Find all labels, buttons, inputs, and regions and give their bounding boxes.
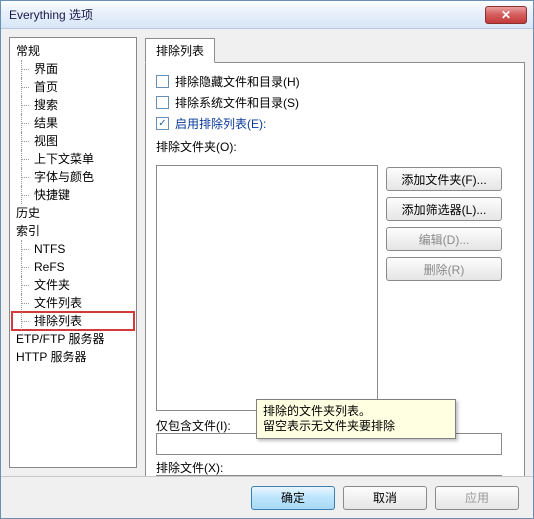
close-icon: ✕ — [501, 8, 511, 22]
label-exclude-files: 排除文件(X): — [156, 459, 223, 476]
label-exclude-hidden: 排除隐藏文件和目录(H) — [175, 73, 300, 90]
remove-button[interactable]: 删除(R) — [386, 257, 502, 281]
tree-item-folders[interactable]: 文件夹 — [12, 276, 134, 294]
label-exclude-folders: 排除文件夹(O): — [156, 138, 514, 155]
tree-item-http[interactable]: HTTP 服务器 — [12, 348, 134, 366]
row-exclude-system: 排除系统文件和目录(S) — [156, 94, 514, 111]
tree-item-history[interactable]: 历史 — [12, 204, 134, 222]
titlebar[interactable]: Everything 选项 ✕ — [1, 1, 533, 29]
tree-item-context[interactable]: 上下文菜单 — [12, 150, 134, 168]
add-filter-button[interactable]: 添加筛选器(L)... — [386, 197, 502, 221]
tab-page: 排除隐藏文件和目录(H) 排除系统文件和目录(S) 启用排除列表(E): 排除文… — [145, 62, 525, 476]
exclude-files-input[interactable] — [156, 475, 502, 476]
tree-item-index[interactable]: 索引 — [12, 222, 134, 240]
tree-item-fonts[interactable]: 字体与颜色 — [12, 168, 134, 186]
close-button[interactable]: ✕ — [485, 6, 527, 24]
dialog-footer: 确定 取消 应用 — [1, 476, 533, 518]
tree-item-exclude[interactable]: 排除列表 — [12, 312, 134, 330]
cancel-button[interactable]: 取消 — [343, 486, 427, 510]
ok-button[interactable]: 确定 — [251, 486, 335, 510]
row-exclude-hidden: 排除隐藏文件和目录(H) — [156, 73, 514, 90]
tree-item-hotkeys[interactable]: 快捷键 — [12, 186, 134, 204]
add-folder-button[interactable]: 添加文件夹(F)... — [386, 167, 502, 191]
tree-item-filelist[interactable]: 文件列表 — [12, 294, 134, 312]
tooltip: 排除的文件夹列表。 留空表示无文件夹要排除 — [256, 399, 456, 439]
edit-button[interactable]: 编辑(D)... — [386, 227, 502, 251]
tree-item-home[interactable]: 首页 — [12, 78, 134, 96]
checkbox-enable-exclude[interactable] — [156, 117, 169, 130]
tree-item-search[interactable]: 搜索 — [12, 96, 134, 114]
tree-item-ui[interactable]: 界面 — [12, 60, 134, 78]
tree-item-general[interactable]: 常规 — [12, 42, 134, 60]
row-enable-exclude: 启用排除列表(E): — [156, 115, 514, 132]
side-buttons: 添加文件夹(F)... 添加筛选器(L)... 编辑(D)... 删除(R) — [386, 167, 502, 281]
tooltip-line1: 排除的文件夹列表。 — [263, 404, 449, 419]
tree-item-results[interactable]: 结果 — [12, 114, 134, 132]
category-tree[interactable]: 常规 界面 首页 搜索 结果 视图 上下文菜单 字体与颜色 快捷键 历史 索引 … — [9, 37, 137, 468]
label-exclude-system: 排除系统文件和目录(S) — [175, 94, 299, 111]
content-pane: 排除列表 排除隐藏文件和目录(H) 排除系统文件和目录(S) 启用排除列表(E)… — [145, 37, 525, 468]
tooltip-line2: 留空表示无文件夹要排除 — [263, 419, 449, 434]
exclude-folders-listbox[interactable] — [156, 165, 378, 411]
apply-button[interactable]: 应用 — [435, 486, 519, 510]
checkbox-exclude-system[interactable] — [156, 96, 169, 109]
dialog-body: 常规 界面 首页 搜索 结果 视图 上下文菜单 字体与颜色 快捷键 历史 索引 … — [1, 29, 533, 476]
tab-exclude[interactable]: 排除列表 — [145, 38, 215, 63]
window-title: Everything 选项 — [9, 6, 485, 23]
tree-item-etp[interactable]: ETP/FTP 服务器 — [12, 330, 134, 348]
options-dialog: Everything 选项 ✕ 常规 界面 首页 搜索 结果 视图 上下文菜单 … — [0, 0, 534, 519]
checkbox-exclude-hidden[interactable] — [156, 75, 169, 88]
tree-item-ntfs[interactable]: NTFS — [12, 240, 134, 258]
label-include-files: 仅包含文件(I): — [156, 417, 231, 434]
label-enable-exclude: 启用排除列表(E): — [175, 115, 266, 132]
tree-item-view[interactable]: 视图 — [12, 132, 134, 150]
tree-item-refs[interactable]: ReFS — [12, 258, 134, 276]
